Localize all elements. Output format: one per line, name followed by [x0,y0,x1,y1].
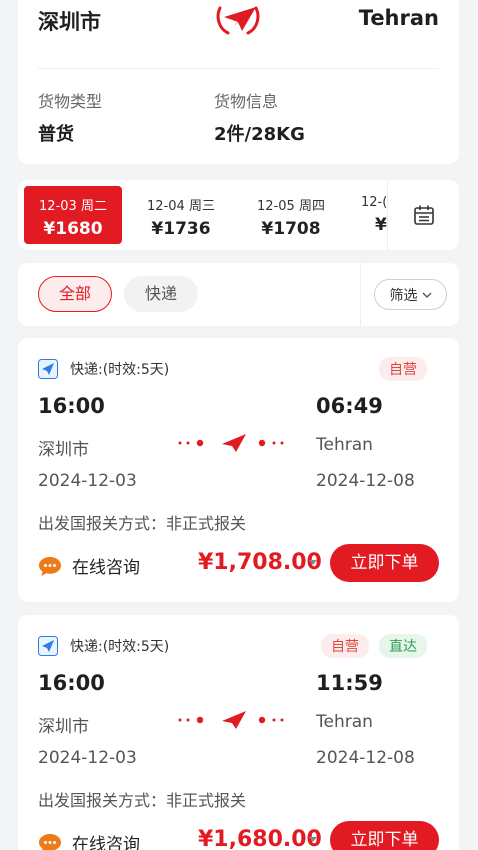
shipping-option-card[interactable]: 快递:(时效:5天) 自营 16:00 06:49 深圳市 Tehran 202… [18,338,459,602]
destination-city: Tehran [316,712,373,732]
departure-time: 16:00 [38,671,105,695]
plane-route-icon [178,711,284,729]
consult-label: 在线咨询 [72,835,140,850]
customs-method: 出发国报关方式：非正式报关 [38,514,247,533]
chat-bubble-icon [39,556,61,576]
self-operated-badge: 自营 [321,634,369,658]
destination-city: Tehran [316,435,373,455]
tab-express[interactable]: 快递 [124,276,198,312]
divider [360,263,361,326]
filter-label: 筛选 [389,287,418,304]
price-detail-caret-icon[interactable] [309,560,317,565]
date-price: ¥1708 [261,219,321,239]
date-label: 12-03 周二 [39,199,107,214]
date-label: 12-04 周三 [147,199,215,214]
destination-city: Tehran [358,6,439,30]
chevron-down-icon [422,292,431,298]
tab-all[interactable]: 全部 [38,276,112,312]
paper-plane-logo-icon [216,6,260,35]
price: ¥1,708.00 [198,550,322,575]
cargo-type-label: 货物类型 [38,92,103,111]
cargo-type-value: 普货 [38,124,74,145]
origin-city: 深圳市 [38,440,89,460]
shipping-option-card[interactable]: 快递:(时效:5天) 自营 直达 16:00 11:59 深圳市 Tehran … [18,615,459,850]
badge-group: 自营 [379,357,427,381]
arrival-date: 2024-12-08 [316,748,415,768]
divider [38,68,439,69]
date-option-selected[interactable]: 12-03 周二 ¥1680 [24,186,122,244]
date-option[interactable]: 12-04 周三 ¥1736 [132,186,230,244]
online-consult-button[interactable]: 在线咨询 [38,830,140,850]
order-now-button[interactable]: 立即下单 [330,544,439,582]
arrival-time: 06:49 [316,394,383,418]
service-type: 快递:(时效:5天) [70,639,170,655]
paper-plane-icon [38,359,58,379]
plane-route-icon [178,434,284,452]
origin-city: 深圳市 [38,717,89,737]
date-label: 12-05 周四 [257,199,325,214]
cargo-info-label: 货物信息 [214,92,279,111]
customs-method: 出发国报关方式：非正式报关 [38,791,247,810]
filter-button[interactable]: 筛选 [374,279,447,310]
date-price: ¥1680 [43,219,103,239]
price: ¥1,680.00 [198,827,322,850]
arrival-time: 11:59 [316,671,383,695]
cargo-info-value: 2件/28KG [214,124,305,145]
self-operated-badge: 自营 [379,357,427,381]
chat-bubble-icon [39,833,61,850]
direct-badge: 直达 [379,634,427,658]
date-selector: 12-03 周二 ¥1680 12-04 周三 ¥1736 12-05 周四 ¥… [18,180,459,250]
calendar-button[interactable] [387,180,459,250]
filter-bar: 全部 快递 筛选 [18,263,459,326]
service-type: 快递:(时效:5天) [70,362,170,378]
route-summary-card: 深圳市 Tehran 货物类型 货物信息 普货 2件/28KG [18,0,459,164]
date-price: ¥1736 [151,219,211,239]
departure-time: 16:00 [38,394,105,418]
paper-plane-icon [38,636,58,656]
origin-city: 深圳市 [38,10,101,34]
departure-date: 2024-12-03 [38,748,137,768]
departure-date: 2024-12-03 [38,471,137,491]
arrival-date: 2024-12-08 [316,471,415,491]
order-now-button[interactable]: 立即下单 [330,821,439,850]
price-detail-caret-icon[interactable] [309,837,317,842]
date-option[interactable]: 12-05 周四 ¥1708 [242,186,340,244]
calendar-icon [413,205,434,225]
badge-group: 自营 直达 [321,634,427,658]
consult-label: 在线咨询 [72,558,140,578]
online-consult-button[interactable]: 在线咨询 [38,553,140,578]
